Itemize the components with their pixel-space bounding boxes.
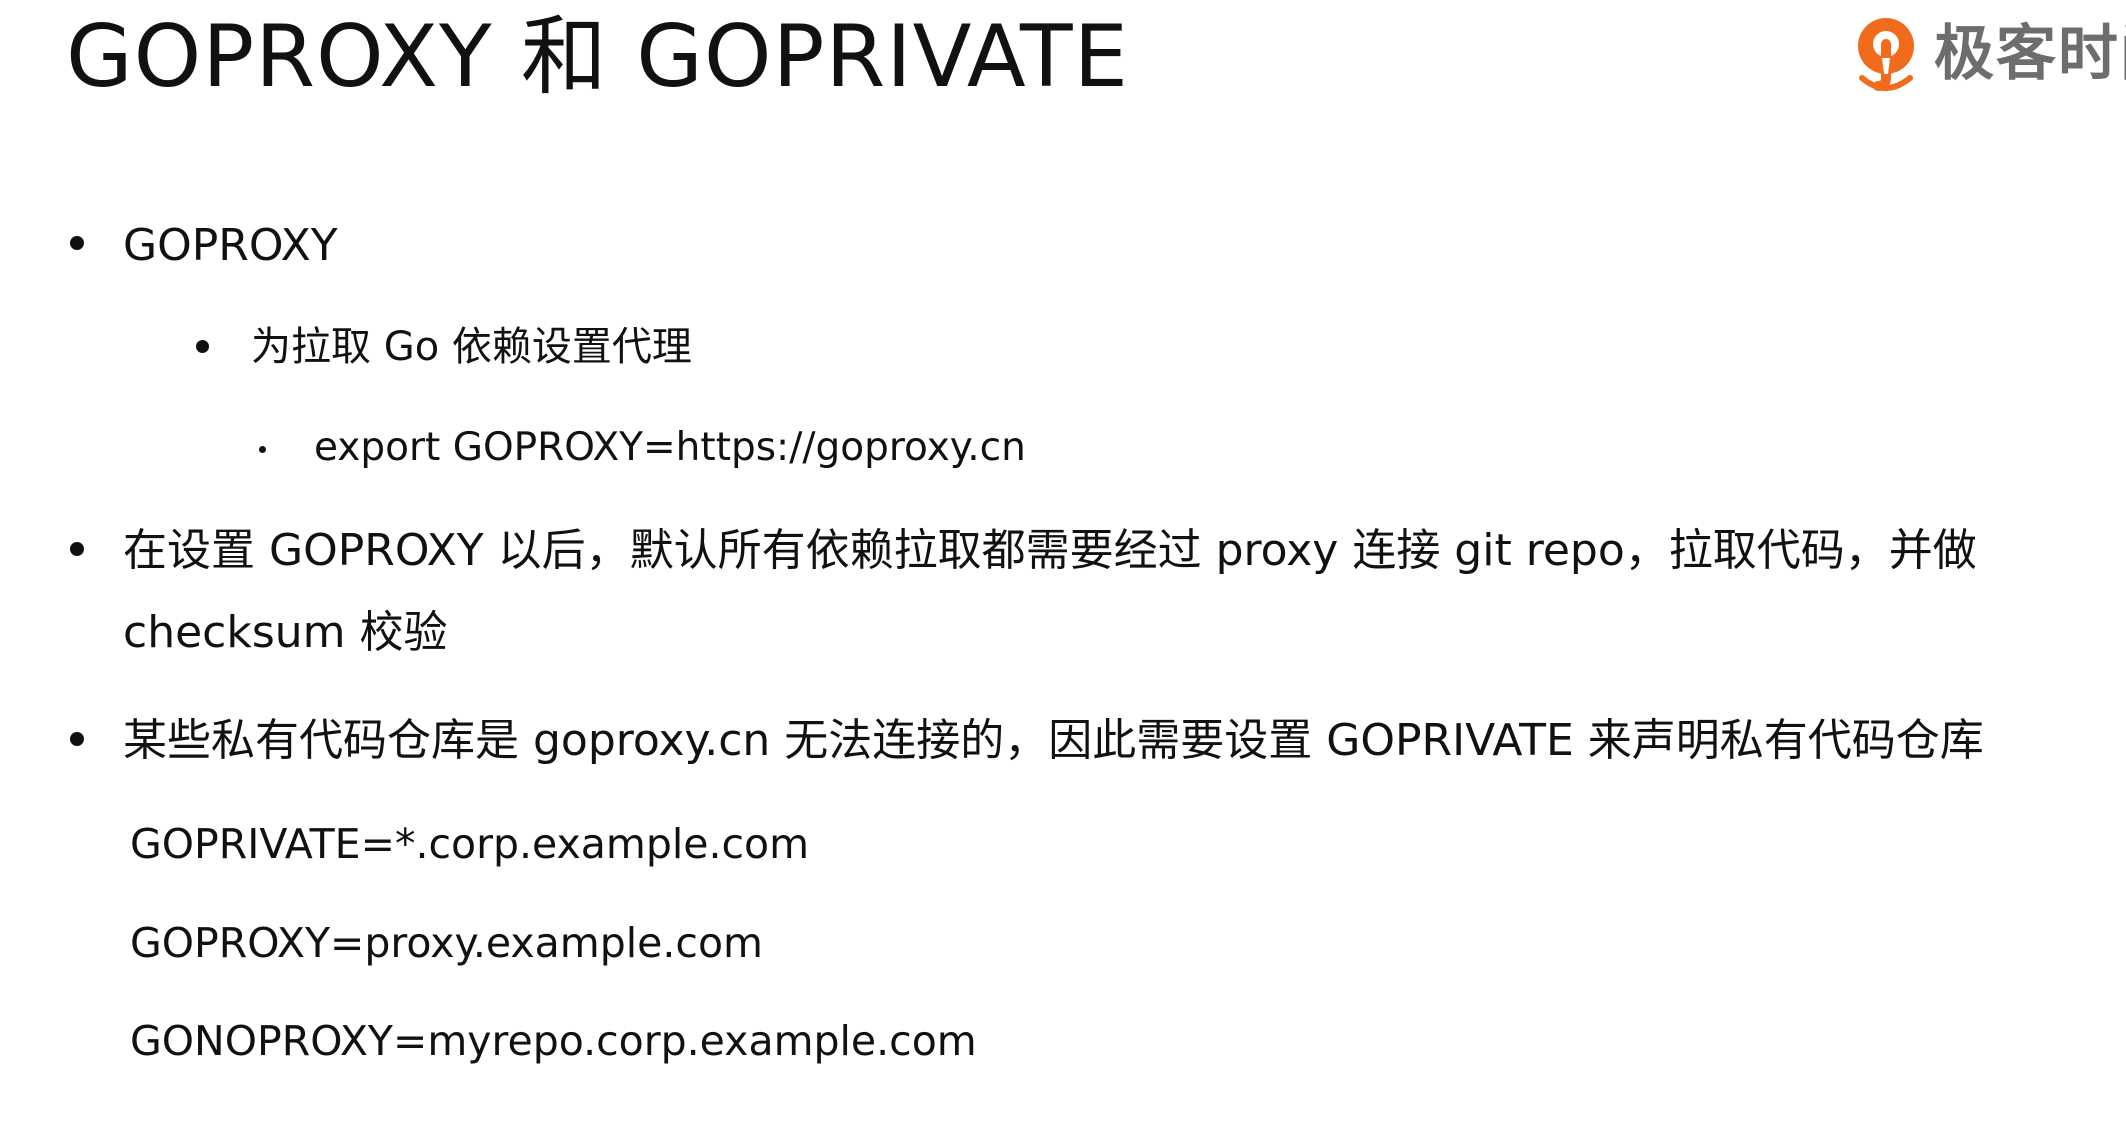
slide: GOPROXY 和 GOPRIVATE 极客时间 GOPROXY 为拉取 Go …	[0, 0, 2126, 1140]
bullet-dot	[196, 340, 209, 353]
bullet-item-proxy-purpose: 为拉取 Go 依赖设置代理	[251, 324, 692, 370]
bullet-item-proxy-default-line1: 在设置 GOPROXY 以后，默认所有依赖拉取都需要经过 proxy 连接 gi…	[123, 525, 1977, 576]
example-gonoproxy: GONOPROXY=myrepo.corp.example.com	[130, 1017, 977, 1065]
bullet-item-goprivate: 某些私有代码仓库是 goproxy.cn 无法连接的，因此需要设置 GOPRIV…	[123, 715, 1984, 766]
bullet-dot	[70, 542, 84, 556]
bullet-item-goproxy: GOPROXY	[123, 220, 338, 271]
brand-logo: 极客时间	[1852, 8, 2126, 100]
brand-logo-text: 极客时间	[1934, 19, 2126, 89]
bullet-dot	[70, 236, 84, 250]
bullet-dot	[259, 446, 266, 453]
bullet-item-export-command: export GOPROXY=https://goproxy.cn	[314, 425, 1026, 470]
example-goproxy: GOPROXY=proxy.example.com	[130, 919, 763, 967]
bullet-item-proxy-default-line2: checksum 校验	[123, 607, 448, 658]
bullet-dot	[70, 732, 84, 746]
slide-title: GOPROXY 和 GOPRIVATE	[66, 7, 1129, 107]
brand-logo-icon	[1858, 18, 1914, 91]
example-goprivate: GOPRIVATE=*.corp.example.com	[130, 820, 810, 868]
